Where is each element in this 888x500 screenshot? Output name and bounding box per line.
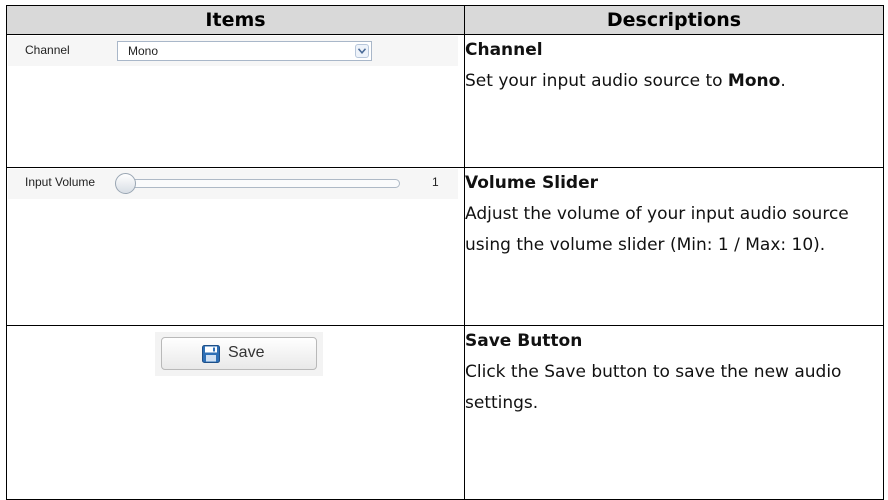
volume-item-cell: Input Volume 1 [6, 167, 465, 326]
items-header: Items [6, 5, 465, 35]
floppy-disk-icon [202, 345, 220, 363]
volume-description-cell: Volume Slider Adjust the volume of your … [464, 167, 884, 326]
channel-desc-bold: Mono [727, 71, 781, 91]
save-title: Save Button [465, 331, 583, 351]
table-row: Input Volume 1 Volume Slider Adjust the … [6, 167, 884, 326]
save-button-label: Save [228, 344, 265, 361]
volume-slider-thumb[interactable] [115, 173, 136, 194]
save-button[interactable]: Save [161, 337, 317, 370]
volume-desc: Adjust the volume of your input audio so… [465, 204, 849, 255]
channel-select[interactable]: Mono [117, 41, 372, 61]
save-desc: Click the Save button to save the new au… [465, 362, 842, 413]
volume-title: Volume Slider [465, 173, 598, 193]
table-row: Channel Mono Channel Set your input audi… [6, 34, 884, 168]
table-header-row: Items Descriptions [6, 5, 884, 35]
volume-slider-track[interactable] [119, 179, 400, 188]
table-row: Save Save Button Click the Save button t… [6, 325, 884, 500]
input-volume-label: Input Volume [25, 175, 96, 189]
save-item-cell: Save [6, 325, 465, 500]
channel-item-cell: Channel Mono [6, 34, 465, 168]
channel-desc-suffix: . [780, 71, 786, 91]
descriptions-header: Descriptions [464, 5, 884, 35]
channel-select-value: Mono [128, 44, 159, 58]
volume-setting-strip: Input Volume 1 [8, 169, 458, 199]
channel-desc-prefix: Set your input audio source to [465, 71, 728, 91]
channel-description-cell: Channel Set your input audio source to M… [464, 34, 884, 168]
items-descriptions-table: Items Descriptions Channel Mono Channel … [6, 5, 884, 500]
channel-title: Channel [465, 40, 543, 60]
channel-setting-strip: Channel Mono [8, 36, 458, 66]
chevron-down-icon[interactable] [355, 44, 369, 58]
volume-value: 1 [432, 175, 439, 189]
save-description-cell: Save Button Click the Save button to sav… [464, 325, 884, 500]
channel-label: Channel [25, 43, 70, 57]
